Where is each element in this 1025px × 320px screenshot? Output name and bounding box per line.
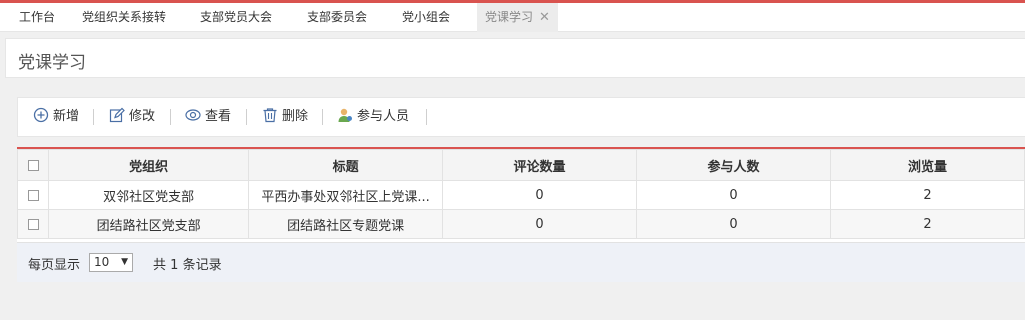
dropdown-arrow-icon: ▼ <box>121 257 128 267</box>
cell-title: 团结路社区专题党课 <box>248 209 444 239</box>
column-header[interactable]: 参与人数 <box>636 149 831 181</box>
toolbar: 新增 修改 查看 删除 参与人员 <box>17 97 1025 137</box>
total-count: 1 <box>170 258 179 273</box>
cell-view-count: 2 <box>829 209 1025 239</box>
add-button[interactable]: 新增 <box>33 107 79 127</box>
cell-comment-count: 0 <box>442 180 638 210</box>
edit-icon <box>109 107 125 123</box>
select-all-cell <box>16 149 50 181</box>
page-size-select[interactable]: 10 ▼ <box>89 253 133 272</box>
cell-title: 平西办事处双邻社区上党课... <box>248 180 444 210</box>
toolbar-divider <box>170 109 171 125</box>
tab-label: 支部委员会 <box>307 10 368 24</box>
tab-label: 党课学习 <box>485 10 534 24</box>
column-header[interactable]: 浏览量 <box>829 149 1025 181</box>
toolbar-divider <box>322 109 323 125</box>
tab-branch-committee[interactable]: 支部委员会 <box>299 3 375 32</box>
cell-view-count: 2 <box>829 180 1025 210</box>
participants-label: 参与人员 <box>357 109 410 124</box>
total-prefix: 共 <box>153 258 167 273</box>
data-grid: 党组织 标题 评论数量 参与人数 浏览量 双邻社区党支部 平西办事处双邻社区上党… <box>16 147 1025 282</box>
cell-organization: 双邻社区党支部 <box>48 180 250 210</box>
column-header[interactable]: 评论数量 <box>442 149 638 181</box>
tab-branch-meeting[interactable]: 支部党员大会 <box>192 3 280 32</box>
trash-icon <box>263 108 277 123</box>
cell-organization: 团结路社区党支部 <box>48 209 250 239</box>
row-checkbox[interactable] <box>27 218 39 230</box>
row-checkbox[interactable] <box>27 189 39 201</box>
row-select-cell <box>16 180 50 210</box>
cell-comment-count: 0 <box>442 209 638 239</box>
page-header: 党课学习 <box>5 38 1025 78</box>
plus-circle-icon <box>33 107 49 123</box>
total-records: 共 1 条记录 <box>153 254 222 273</box>
view-label: 查看 <box>205 109 232 124</box>
user-icon <box>338 108 352 122</box>
view-button[interactable]: 查看 <box>185 107 231 127</box>
data-table: 党组织 标题 评论数量 参与人数 浏览量 双邻社区党支部 平西办事处双邻社区上党… <box>16 149 1025 239</box>
tab-label: 党组织关系接转 <box>82 10 167 24</box>
edit-button[interactable]: 修改 <box>109 107 155 127</box>
column-header[interactable]: 标题 <box>248 149 444 181</box>
tab-label: 支部党员大会 <box>200 10 273 24</box>
close-icon[interactable]: ✕ <box>539 10 550 25</box>
total-suffix: 条记录 <box>182 258 222 273</box>
tab-party-lesson[interactable]: 党课学习 ✕ <box>477 3 558 32</box>
toolbar-divider <box>93 109 94 125</box>
toolbar-divider <box>246 109 247 125</box>
select-all-checkbox[interactable] <box>27 159 39 171</box>
pagination-bar: 每页显示 10 ▼ 共 1 条记录 <box>17 242 1025 282</box>
participants-button[interactable]: 参与人员 <box>337 107 409 127</box>
row-select-cell <box>16 209 50 239</box>
cell-participant-count: 0 <box>636 180 831 210</box>
delete-label: 删除 <box>282 109 309 124</box>
page-size-value: 10 <box>94 255 110 269</box>
edit-label: 修改 <box>129 109 156 124</box>
page-title: 党课学习 <box>18 53 86 73</box>
tab-party-transfer[interactable]: 党组织关系接转 <box>74 3 174 32</box>
table-header-row: 党组织 标题 评论数量 参与人数 浏览量 <box>16 149 1025 181</box>
tab-bar: 工作台 党组织关系接转 支部党员大会 支部委员会 党小组会 党课学习 ✕ <box>0 3 1025 32</box>
delete-button[interactable]: 删除 <box>262 107 308 127</box>
toolbar-divider <box>426 109 427 125</box>
table-row[interactable]: 双邻社区党支部 平西办事处双邻社区上党课... 0 0 2 <box>16 180 1025 210</box>
page-size-label: 每页显示 <box>28 258 81 273</box>
tab-workbench[interactable]: 工作台 <box>11 3 63 32</box>
column-header[interactable]: 党组织 <box>48 149 250 181</box>
tab-label: 党小组会 <box>402 10 451 24</box>
tab-party-group[interactable]: 党小组会 <box>394 3 458 32</box>
table-row[interactable]: 团结路社区党支部 团结路社区专题党课 0 0 2 <box>16 209 1025 239</box>
add-label: 新增 <box>53 109 80 124</box>
tab-label: 工作台 <box>19 10 56 24</box>
eye-icon <box>185 109 201 121</box>
cell-participant-count: 0 <box>636 209 831 239</box>
